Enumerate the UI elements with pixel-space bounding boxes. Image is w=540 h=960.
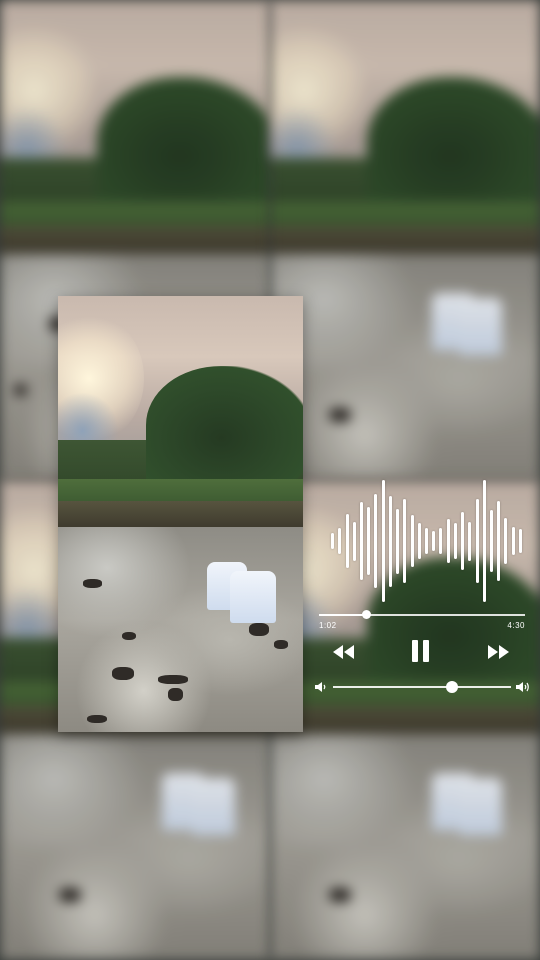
waveform-bar <box>446 518 450 564</box>
waveform-bar <box>468 521 472 561</box>
rewind-button[interactable] <box>333 642 355 662</box>
waveform-bar <box>381 479 385 603</box>
pause-icon <box>423 640 429 662</box>
waveform-bar <box>374 494 378 588</box>
waveform-bar <box>461 512 465 570</box>
audio-waveform <box>329 476 524 606</box>
waveform-bar <box>338 528 342 554</box>
music-player: 1:02 4:30 <box>305 476 540 706</box>
volume-knob[interactable] <box>446 681 459 693</box>
progress-fill <box>319 614 367 616</box>
waveform-bar <box>388 495 392 587</box>
waveform-bar <box>518 529 522 553</box>
waveform-bar <box>396 508 400 574</box>
waveform-bar <box>490 509 493 573</box>
pause-icon <box>412 640 418 662</box>
fast-forward-button[interactable] <box>487 642 509 662</box>
waveform-bar <box>504 517 508 565</box>
progress-bar[interactable] <box>319 610 525 619</box>
waveform-bar <box>453 522 457 560</box>
cover-photo <box>58 296 303 732</box>
pause-button[interactable] <box>411 640 431 664</box>
waveform-bar <box>439 528 443 554</box>
volume-low-icon <box>315 682 326 692</box>
fast-forward-icon <box>488 645 509 659</box>
waveform-bar <box>497 500 501 582</box>
waveform-bar <box>475 499 479 583</box>
waveform-bar <box>410 515 414 567</box>
waveform-bar <box>425 528 428 554</box>
story-canvas: 1:02 4:30 <box>0 0 540 960</box>
total-time: 4:30 <box>507 621 525 630</box>
waveform-bar <box>360 502 363 580</box>
plastic-chair <box>229 570 277 623</box>
waveform-bar <box>331 532 335 550</box>
waveform-bar <box>367 507 371 575</box>
waveform-bar <box>482 479 486 603</box>
elapsed-time: 1:02 <box>319 621 337 630</box>
waveform-bar <box>432 530 436 552</box>
rewind-icon <box>333 645 354 659</box>
volume-slider[interactable] <box>333 681 511 693</box>
waveform-bar <box>345 513 349 569</box>
volume-high-icon <box>516 682 529 692</box>
progress-knob[interactable] <box>362 610 372 619</box>
river-landscape-photo <box>58 296 303 732</box>
waveform-bar <box>511 526 515 556</box>
waveform-bar <box>403 499 407 583</box>
volume-control <box>315 680 530 694</box>
waveform-bar <box>352 521 356 561</box>
waveform-bar <box>417 522 421 560</box>
